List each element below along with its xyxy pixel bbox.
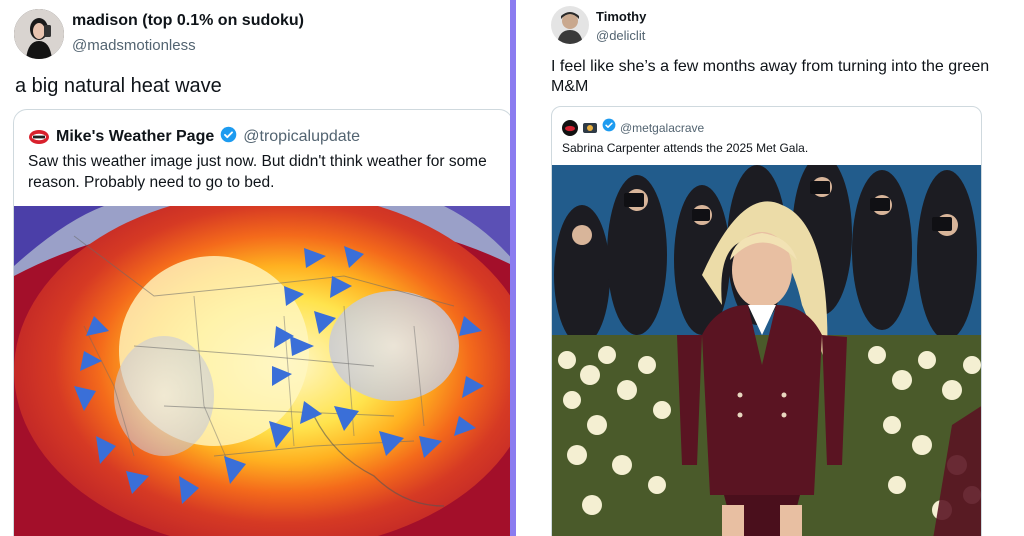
display-name[interactable]: Timothy (596, 9, 646, 24)
quote-handle[interactable]: @tropicalupdate (243, 128, 360, 146)
red-carpet-photo[interactable] (552, 165, 981, 536)
quote-text: Saw this weather image just now. But did… (28, 153, 487, 191)
display-name[interactable]: madison (top 0.1% on sudoku) (72, 12, 304, 30)
quote-handle[interactable]: @metgalacrave (620, 121, 704, 135)
quote-header: Mike's Weather Page @tropicalupdate (28, 126, 360, 148)
quoted-post[interactable]: @metgalacrave Sabrina Carpenter attends … (551, 106, 982, 536)
red-carpet-photo-icon (552, 165, 981, 536)
avatar[interactable] (28, 126, 50, 148)
quote-text: Sabrina Carpenter attends the 2025 Met G… (562, 141, 809, 155)
avatar[interactable] (14, 9, 64, 59)
weather-map-image[interactable] (14, 206, 510, 536)
verified-badge-icon (220, 126, 237, 148)
weather-map-icon (14, 206, 510, 536)
post-text: I feel like she’s a few months away from… (551, 58, 990, 95)
camera-icon (582, 120, 598, 136)
user-handle[interactable]: @madsmotionless (72, 37, 196, 54)
quote-header: @metgalacrave (562, 118, 704, 137)
avatar[interactable] (551, 6, 589, 44)
quote-display-name[interactable]: Mike's Weather Page (56, 128, 214, 146)
lips-icon (562, 119, 578, 136)
right-post: Timothy @deliclit I feel like she’s a fe… (516, 0, 1024, 536)
profile-photo-icon (551, 6, 589, 44)
profile-photo-icon (14, 9, 64, 59)
user-handle[interactable]: @deliclit (596, 28, 645, 43)
verified-badge-icon (602, 118, 616, 137)
mike-logo-icon (29, 130, 49, 144)
left-post: madison (top 0.1% on sudoku) @madsmotion… (0, 0, 510, 536)
quoted-post[interactable]: Mike's Weather Page @tropicalupdate Saw … (13, 109, 510, 536)
post-text: a big natural heat wave (15, 75, 222, 97)
